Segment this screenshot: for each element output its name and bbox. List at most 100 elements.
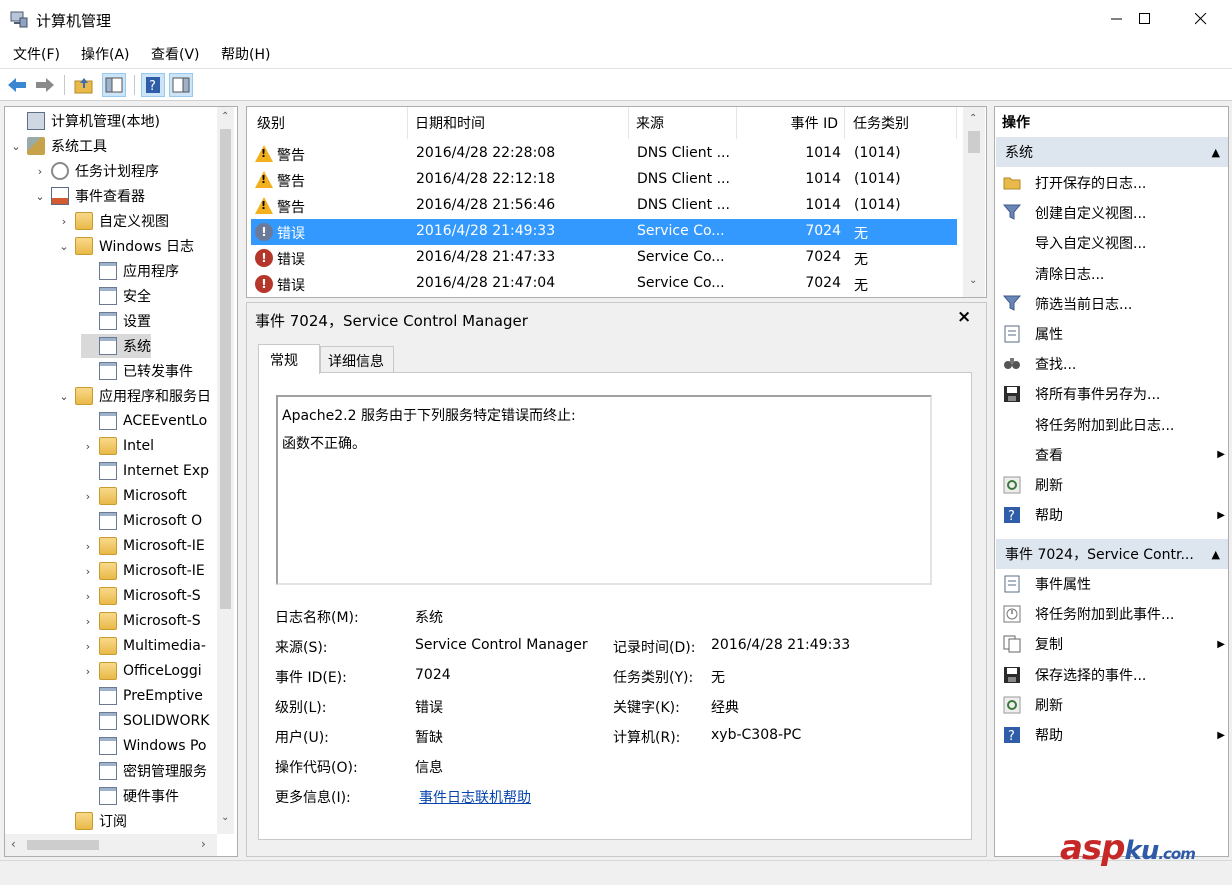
tree-item[interactable]: › Microsoft-S	[81, 584, 201, 608]
event-scroll-thumb[interactable]	[968, 131, 980, 153]
tree-item[interactable]: Microsoft O	[81, 509, 202, 533]
tree-item[interactable]: ⌄ 系统工具	[9, 134, 107, 158]
tree-item[interactable]: › Microsoft-IE	[81, 534, 205, 558]
action-item[interactable]: 打开保存的日志...	[1003, 168, 1228, 198]
tree-item[interactable]: 已转发事件	[81, 359, 193, 383]
collapse-icon[interactable]: ▲	[1212, 146, 1220, 159]
menu-help[interactable]: 帮助(H)	[221, 44, 270, 64]
tree-item[interactable]: ⌄ Windows 日志	[57, 234, 194, 258]
column-datetime[interactable]: 日期和时间	[408, 107, 629, 139]
scroll-left-icon[interactable]: ‹	[11, 837, 16, 851]
back-button[interactable]	[5, 73, 29, 97]
collapsed-arrow-icon[interactable]: ›	[33, 165, 47, 178]
tree-item[interactable]: 应用程序	[81, 259, 179, 283]
tree-item[interactable]: › Microsoft	[81, 484, 187, 508]
event-description-box[interactable]: Apache2.2 服务由于下列服务特定错误而终止: 函数不正确。	[276, 395, 932, 585]
show-hide-action-pane-button[interactable]	[169, 73, 193, 97]
event-row[interactable]: 警告 2016/4/28 22:28:08 DNS Client ... 1014 (1…	[251, 141, 957, 167]
tree-item[interactable]: › Intel	[81, 434, 154, 458]
collapsed-arrow-icon[interactable]: ›	[81, 590, 95, 603]
tree-scroll-thumb[interactable]	[220, 129, 231, 609]
tree-item[interactable]: Windows Po	[81, 734, 206, 758]
expanded-arrow-icon[interactable]: ⌄	[33, 190, 47, 203]
detail-close-icon[interactable]: ×	[957, 307, 971, 327]
tree-item[interactable]: ⌄ 事件查看器	[33, 184, 145, 208]
tree-item[interactable]: 硬件事件	[81, 784, 179, 808]
collapsed-arrow-icon[interactable]: ›	[81, 615, 95, 628]
tab-details[interactable]: 详细信息	[320, 346, 394, 372]
menu-file[interactable]: 文件(F)	[13, 44, 60, 64]
collapsed-arrow-icon[interactable]: ›	[81, 540, 95, 553]
event-row[interactable]: ! 错误 2016/4/28 21:47:04 Service Co... 7024 无	[251, 271, 957, 297]
collapsed-arrow-icon[interactable]: ›	[81, 665, 95, 678]
forward-button[interactable]	[33, 73, 57, 97]
tree-item[interactable]: › 自定义视图	[57, 209, 169, 233]
action-item[interactable]: ? 帮助 ▶	[1003, 500, 1228, 530]
action-item[interactable]: 将任务附加到此日志...	[1003, 410, 1228, 440]
tab-general[interactable]: 常规	[258, 344, 320, 374]
collapsed-arrow-icon[interactable]: ›	[81, 440, 95, 453]
tree-item[interactable]: › 任务计划程序	[33, 159, 159, 183]
action-item[interactable]: 筛选当前日志...	[1002, 289, 1228, 319]
action-item[interactable]: 查看 ▶	[1003, 440, 1228, 470]
event-row[interactable]: ! 错误 2016/4/28 21:49:33 Service Co... 7024 无	[251, 219, 957, 245]
tree-item[interactable]: 设置	[81, 309, 151, 333]
action-item[interactable]: 刷新	[1003, 690, 1228, 720]
show-hide-tree-button[interactable]	[102, 73, 126, 97]
event-row[interactable]: 警告 2016/4/28 21:56:46 DNS Client ... 1014 (1…	[251, 193, 957, 219]
expanded-arrow-icon[interactable]: ⌄	[57, 390, 71, 403]
scroll-down-icon[interactable]: ⌄	[221, 812, 229, 823]
tree-item[interactable]: 安全	[81, 284, 151, 308]
scroll-up-icon[interactable]: ⌃	[969, 113, 977, 124]
action-item[interactable]: 事件属性	[1003, 569, 1228, 599]
maximize-button[interactable]	[1122, 0, 1168, 38]
event-row[interactable]: ! 错误 2016/4/28 21:47:33 Service Co... 7024 无	[251, 245, 957, 271]
up-level-button[interactable]	[72, 73, 96, 97]
tree-item[interactable]: › Multimedia-	[81, 634, 206, 658]
tree-item[interactable]: › Microsoft-S	[81, 609, 201, 633]
more-info-link[interactable]: 事件日志联机帮助	[419, 787, 531, 807]
action-item[interactable]: 复制 ▶	[1003, 629, 1228, 659]
tree-item[interactable]: ⌄ 应用程序和服务日	[57, 384, 211, 408]
tree-item[interactable]: 系统	[81, 334, 151, 358]
event-row[interactable]: 警告 2016/4/28 22:12:18 DNS Client ... 1014 (1…	[251, 167, 957, 193]
collapsed-arrow-icon[interactable]: ›	[57, 215, 71, 228]
collapsed-arrow-icon[interactable]: ›	[81, 565, 95, 578]
expanded-arrow-icon[interactable]: ⌄	[9, 140, 23, 153]
menu-view[interactable]: 查看(V)	[151, 44, 200, 64]
action-item[interactable]: 导入自定义视图...	[1003, 228, 1228, 258]
column-task-category[interactable]: 任务类别	[845, 107, 957, 139]
scroll-right-icon[interactable]: ›	[201, 837, 206, 851]
section-header-system[interactable]: 系统 ▲	[996, 137, 1228, 167]
tree-item[interactable]: › Microsoft-IE	[81, 559, 205, 583]
collapsed-arrow-icon[interactable]: ›	[81, 490, 95, 503]
action-item[interactable]: 清除日志...	[1003, 259, 1228, 289]
scroll-up-icon[interactable]: ⌃	[221, 111, 229, 122]
tree-hscroll-thumb[interactable]	[27, 840, 99, 850]
section-header-event[interactable]: 事件 7024，Service Contr... ▲	[996, 539, 1228, 569]
column-source[interactable]: 来源	[629, 107, 737, 139]
tree-item[interactable]: Internet Exp	[81, 459, 209, 483]
action-item[interactable]: 将任务附加到此事件...	[1003, 599, 1228, 629]
action-item[interactable]: 将所有事件另存为...	[1003, 379, 1228, 409]
tree-vertical-scrollbar[interactable]: ⌃ ⌄	[217, 107, 234, 834]
event-list-scrollbar[interactable]: ⌃ ⌄	[963, 107, 985, 297]
action-item[interactable]: ? 帮助 ▶	[1003, 720, 1228, 750]
tree-item[interactable]: 计算机管理(本地)	[9, 109, 160, 133]
action-item[interactable]: 属性	[1003, 319, 1228, 349]
tree-item[interactable]: › OfficeLoggi	[81, 659, 202, 683]
action-item[interactable]: 保存选择的事件...	[1003, 660, 1228, 690]
tree-item[interactable]: SOLIDWORK	[81, 709, 209, 733]
action-item[interactable]: 查找...	[1003, 349, 1228, 379]
collapsed-arrow-icon[interactable]: ›	[81, 640, 95, 653]
tree-item[interactable]: PreEmptive	[81, 684, 203, 708]
tree-horizontal-scrollbar[interactable]: ‹ ›	[5, 834, 217, 856]
column-event-id[interactable]: 事件 ID	[737, 107, 845, 139]
expanded-arrow-icon[interactable]: ⌄	[57, 240, 71, 253]
action-item[interactable]: 创建自定义视图...	[1002, 198, 1228, 228]
collapse-icon[interactable]: ▲	[1207, 547, 1220, 561]
column-level[interactable]: 级别	[251, 107, 408, 139]
tree-item[interactable]: ACEEventLo	[81, 409, 207, 433]
tree-item[interactable]: 密钥管理服务	[81, 759, 207, 783]
action-item[interactable]: 刷新	[1003, 470, 1228, 500]
